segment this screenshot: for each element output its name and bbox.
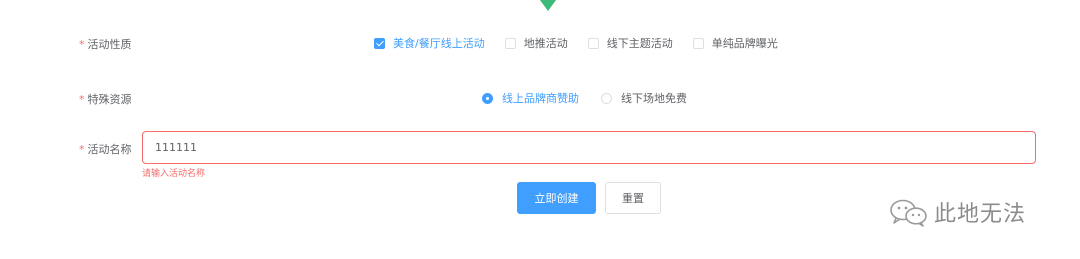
resource-label: * 特殊资源 xyxy=(79,91,132,107)
wechat-icon xyxy=(890,199,927,227)
resource-label-text: 特殊资源 xyxy=(87,93,132,106)
checkbox-option-offline-theme[interactable]: 线下主题活动 xyxy=(587,35,673,51)
checkbox-label: 线下主题活动 xyxy=(606,37,673,50)
reset-button[interactable]: 重置 xyxy=(605,182,661,214)
form-page: * 活动性质 美食/餐厅线上活动 地推活动 线下主题活动 单纯品牌曝光 * 特殊资源… xyxy=(0,0,1080,259)
checkbox-label: 地推活动 xyxy=(523,37,568,50)
watermark-text: 此地无法 xyxy=(934,202,1027,227)
required-mark: * xyxy=(79,143,85,156)
checkbox[interactable] xyxy=(587,37,599,49)
activity-type-checkbox-group: 美食/餐厅线上活动 地推活动 线下主题活动 单纯品牌曝光 xyxy=(374,35,798,51)
create-button[interactable]: 立即创建 xyxy=(517,182,596,214)
activity-name-label-text: 活动名称 xyxy=(87,143,132,156)
activity-name-input[interactable] xyxy=(142,131,1036,164)
activity-name-label: * 活动名称 xyxy=(79,141,132,157)
required-mark: * xyxy=(79,38,85,51)
checkbox-checked[interactable] xyxy=(374,37,385,49)
radio-option-offline-venue[interactable]: 线下场地免费 xyxy=(601,90,687,106)
activity-name-error: 请输入活动名称 xyxy=(142,169,206,179)
radio-checked[interactable] xyxy=(482,92,493,104)
radio-option-online-sponsor[interactable]: 线上品牌商赞助 xyxy=(482,90,579,106)
activity-type-label: * 活动性质 xyxy=(79,36,132,52)
resource-radio-group: 线上品牌商赞助 线下场地免费 xyxy=(482,90,709,106)
caret-down-icon xyxy=(540,0,556,11)
checkbox-option-brand-exposure[interactable]: 单纯品牌曝光 xyxy=(692,35,778,51)
checkbox-option-ground-promo[interactable]: 地推活动 xyxy=(504,35,568,51)
radio-label: 线下场地免费 xyxy=(621,92,687,105)
radio-label: 线上品牌商赞助 xyxy=(502,92,579,105)
checkbox-option-food-online[interactable]: 美食/餐厅线上活动 xyxy=(374,35,485,51)
checkbox[interactable] xyxy=(504,37,516,49)
checkbox-label: 美食/餐厅线上活动 xyxy=(393,37,485,50)
watermark: 此地无法 xyxy=(888,196,1026,228)
checkbox-label: 单纯品牌曝光 xyxy=(711,37,778,50)
radio[interactable] xyxy=(601,92,612,104)
activity-type-label-text: 活动性质 xyxy=(87,38,132,51)
checkbox[interactable] xyxy=(692,37,704,49)
required-mark: * xyxy=(79,93,85,106)
